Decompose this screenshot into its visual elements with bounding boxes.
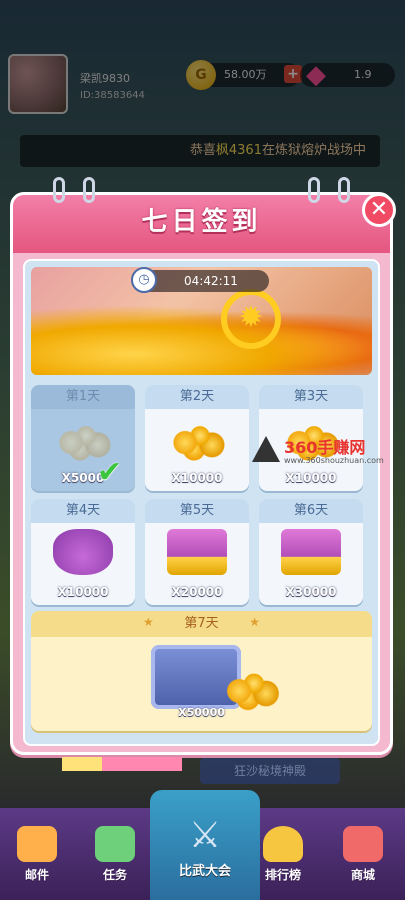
treasure-chest-icon [281, 529, 341, 575]
dialog-body: ✹ ◷ 04:42:11 第1天 X5000 ✔ 第2天 X10000 第3天 … [23, 259, 380, 746]
binder-ring [83, 177, 95, 203]
reward-amount: X30000 [285, 585, 337, 599]
watermark-text: 360手赚网 [284, 438, 366, 457]
reward-amount: X10000 [57, 585, 109, 599]
background-mode-button: 狂沙秘境神殿 [200, 758, 340, 784]
day-card-2[interactable]: 第2天 X10000 [145, 385, 249, 491]
day-label: 第7天 [31, 611, 372, 637]
checkmark-icon: ✔ [97, 455, 123, 490]
watermark: 360手赚网 www.360shouzhuan.com [252, 432, 402, 472]
coins-icon [167, 415, 227, 461]
nav-mail[interactable]: 邮件 [2, 826, 72, 896]
ship-wheel-icon: ✹ [221, 289, 281, 349]
watermark-url: www.360shouzhuan.com [284, 456, 384, 465]
seven-day-signin-dialog: 七日签到 ✕ ✹ ◷ 04:42:11 第1天 X5000 ✔ 第2天 X100… [10, 177, 396, 755]
close-button[interactable]: ✕ [362, 193, 396, 227]
nav-tasks[interactable]: 任务 [80, 826, 150, 896]
reward-amount: X50000 [178, 706, 225, 719]
treasure-pile [31, 305, 372, 375]
bookmark-tabs [62, 757, 182, 771]
reward-amount: X10000 [171, 471, 223, 485]
nav-label: 商城 [350, 868, 375, 882]
day-card-1[interactable]: 第1天 X5000 ✔ [31, 385, 135, 491]
day-label: 第5天 [145, 499, 249, 523]
bookmark-tab-yellow [62, 757, 102, 771]
coins-icon [221, 661, 281, 711]
day-card-4[interactable]: 第4天 X10000 [31, 499, 135, 605]
day-label: 第1天 [31, 385, 135, 409]
day-card-6[interactable]: 第6天 X30000 [259, 499, 363, 605]
crossed-swords-icon: ⚔ [188, 815, 222, 856]
binder-ring [308, 177, 320, 203]
coin-purse-icon [53, 529, 113, 575]
day-label: 第3天 [259, 385, 363, 409]
nav-label: 任务 [102, 868, 127, 882]
countdown-timer: ◷ 04:42:11 [131, 267, 269, 293]
treasure-banner: ✹ ◷ 04:42:11 [31, 267, 372, 375]
treasure-chest-icon [167, 529, 227, 575]
shop-icon [343, 826, 383, 862]
reward-amount: X10000 [285, 471, 337, 485]
binder-ring [53, 177, 65, 203]
bookmark-tab-pink [102, 757, 182, 771]
binder-ring [338, 177, 350, 203]
star-icon: ★ [143, 615, 154, 629]
clock-icon: ◷ [131, 267, 157, 293]
mail-icon [17, 826, 57, 862]
day-label: 第6天 [259, 499, 363, 523]
star-icon: ★ [249, 615, 260, 629]
nav-shop[interactable]: 商城 [328, 826, 398, 896]
nav-tournament[interactable]: ⚔ 比武大会 [150, 790, 260, 900]
task-icon [95, 826, 135, 862]
watermark-logo-icon [252, 436, 280, 462]
reward-amount: X20000 [171, 585, 223, 599]
nav-label: 邮件 [24, 868, 49, 882]
day-card-5[interactable]: 第5天 X20000 [145, 499, 249, 605]
day-label: 第4天 [31, 499, 135, 523]
trophy-icon [263, 826, 303, 862]
timer-text: 04:42:11 [184, 274, 238, 288]
nav-label: 比武大会 [178, 864, 231, 879]
dialog-title: 七日签到 [141, 207, 262, 237]
day-card-7[interactable]: 第7天 ★ ★ X50000 [31, 611, 372, 731]
dialog-header: 七日签到 [13, 177, 390, 253]
day-label: 第2天 [145, 385, 249, 409]
